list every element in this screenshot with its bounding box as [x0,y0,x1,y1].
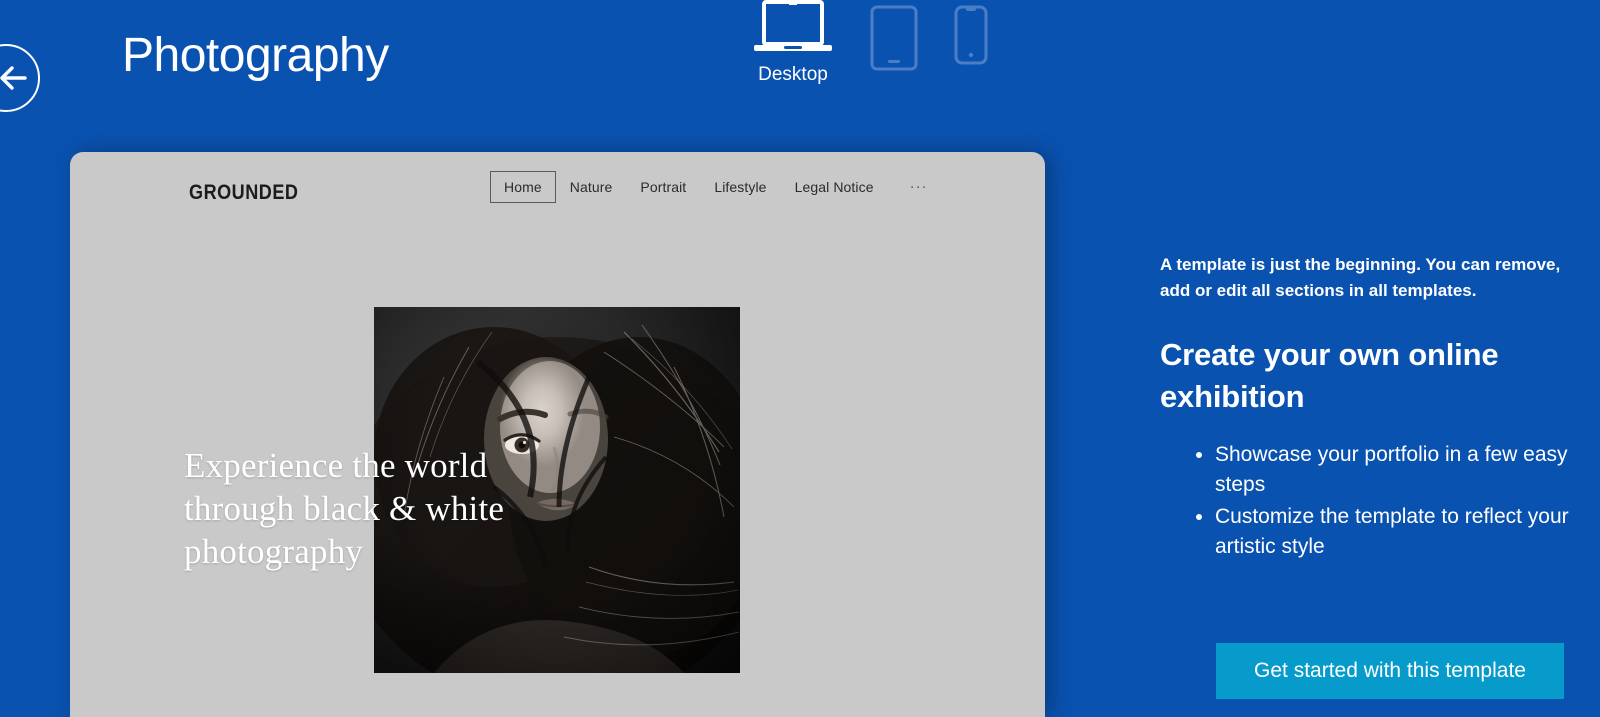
device-switcher: Desktop [752,0,988,87]
laptop-icon [752,0,834,61]
info-bullet-list: Showcase your portfolio in a few easy st… [1160,440,1580,562]
preview-site-logo: GROUNDED [189,181,299,204]
device-option-desktop[interactable]: Desktop [752,0,834,87]
info-bullet-item: Showcase your portfolio in a few easy st… [1215,440,1580,500]
mobile-icon [954,5,988,70]
preview-menu-item-home[interactable]: Home [490,170,556,203]
info-bullet-item: Customize the template to reflect your a… [1215,502,1580,562]
template-preview-card[interactable]: GROUNDED Home Nature Portrait Lifestyle … [70,152,1045,717]
back-button[interactable] [0,44,40,112]
page-title: Photography [122,29,389,82]
preview-menu-item-nature[interactable]: Nature [556,171,627,203]
preview-site-nav: GROUNDED Home Nature Portrait Lifestyle … [70,152,1045,230]
preview-hero-headline: Experience the world through black & whi… [184,446,505,571]
preview-menu-item-legal-notice[interactable]: Legal Notice [781,171,888,203]
device-option-tablet[interactable] [870,0,918,76]
device-label-desktop: Desktop [758,64,828,85]
arrow-left-icon [0,65,28,91]
tablet-icon [870,5,918,76]
preview-menu-item-portrait[interactable]: Portrait [626,171,700,203]
preview-menu-more-icon[interactable]: ··· [888,170,942,203]
info-intro-text: A template is just the beginning. You ca… [1160,255,1561,300]
template-info-panel: A template is just the beginning. You ca… [1160,252,1580,564]
info-heading: Create your own online exhibition [1160,337,1499,414]
device-option-mobile[interactable] [954,0,988,70]
preview-site-menu: Home Nature Portrait Lifestyle Legal Not… [490,170,942,203]
get-started-button[interactable]: Get started with this template [1216,643,1564,699]
top-bar: Photography Desktop [0,0,1600,150]
preview-menu-item-lifestyle[interactable]: Lifestyle [700,171,780,203]
